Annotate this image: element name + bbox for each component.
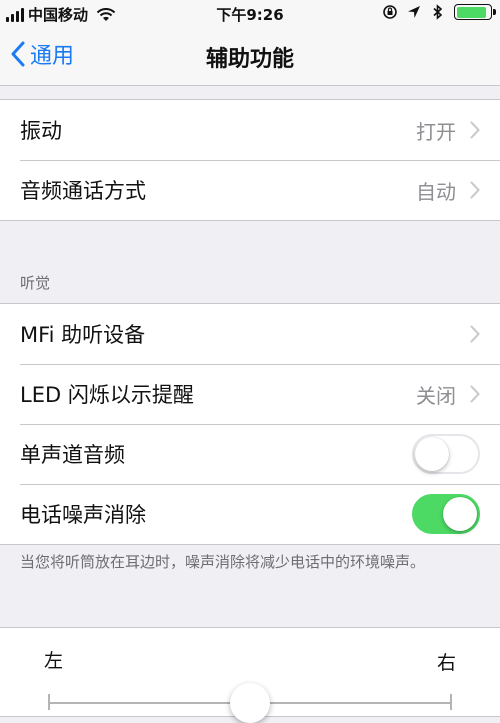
row-label: 振动 (20, 119, 62, 143)
row-led-flash[interactable]: LED 闪烁以示提醒 关闭 (0, 364, 500, 424)
battery-fill (456, 6, 487, 18)
row-label: 电话噪声消除 (20, 503, 146, 527)
row-label: 音频通话方式 (20, 179, 146, 203)
row-value: 打开 (416, 119, 456, 144)
row-label: 单声道音频 (20, 443, 125, 467)
orientation-lock-icon (383, 5, 397, 19)
row-value: 自动 (416, 179, 456, 204)
location-icon (408, 6, 420, 18)
row-mfi-hearing-devices[interactable]: MFi 助听设备 (0, 304, 500, 364)
bluetooth-icon (433, 4, 443, 20)
section-header-hearing: 听觉 (20, 274, 51, 292)
group-balance: 左 右 (0, 627, 500, 723)
row-audio-routing[interactable]: 音频通话方式 自动 (0, 160, 500, 220)
group-hearing: MFi 助听设备 LED 闪烁以示提醒 关闭 单声道音频 电话噪声消除 (0, 303, 500, 545)
balance-left-label: 左 (44, 650, 64, 672)
row-vibration[interactable]: 振动 打开 (0, 100, 500, 160)
row-mono-audio: 单声道音频 (0, 424, 500, 484)
row-label: LED 闪烁以示提醒 (20, 383, 194, 407)
status-bar: 中国移动 下午9:26 (0, 0, 500, 28)
nav-bar: 通用 辅助功能 (0, 28, 500, 86)
balance-slider-knob[interactable] (230, 683, 270, 723)
noise-cancellation-footer: 当您将听筒放在耳边时，噪声消除将减少电话中的环境噪声。 (20, 553, 426, 571)
chevron-right-icon (470, 325, 480, 343)
chevron-right-icon (470, 385, 480, 403)
row-value: 关闭 (416, 383, 456, 408)
row-label: MFi 助听设备 (20, 323, 146, 347)
row-noise-cancellation: 电话噪声消除 (0, 484, 500, 544)
battery-icon (454, 4, 496, 20)
balance-right-label: 右 (436, 652, 456, 674)
chevron-right-icon (470, 121, 480, 139)
chevron-right-icon (470, 181, 480, 199)
status-right (382, 4, 496, 20)
toggle-knob (415, 437, 449, 471)
noise-cancellation-toggle[interactable] (412, 494, 480, 534)
toggle-knob (443, 497, 477, 531)
page-title: 辅助功能 (205, 47, 294, 72)
mono-audio-toggle[interactable] (412, 434, 480, 474)
group-vibration-audio: 振动 打开 音频通话方式 自动 (0, 99, 500, 221)
